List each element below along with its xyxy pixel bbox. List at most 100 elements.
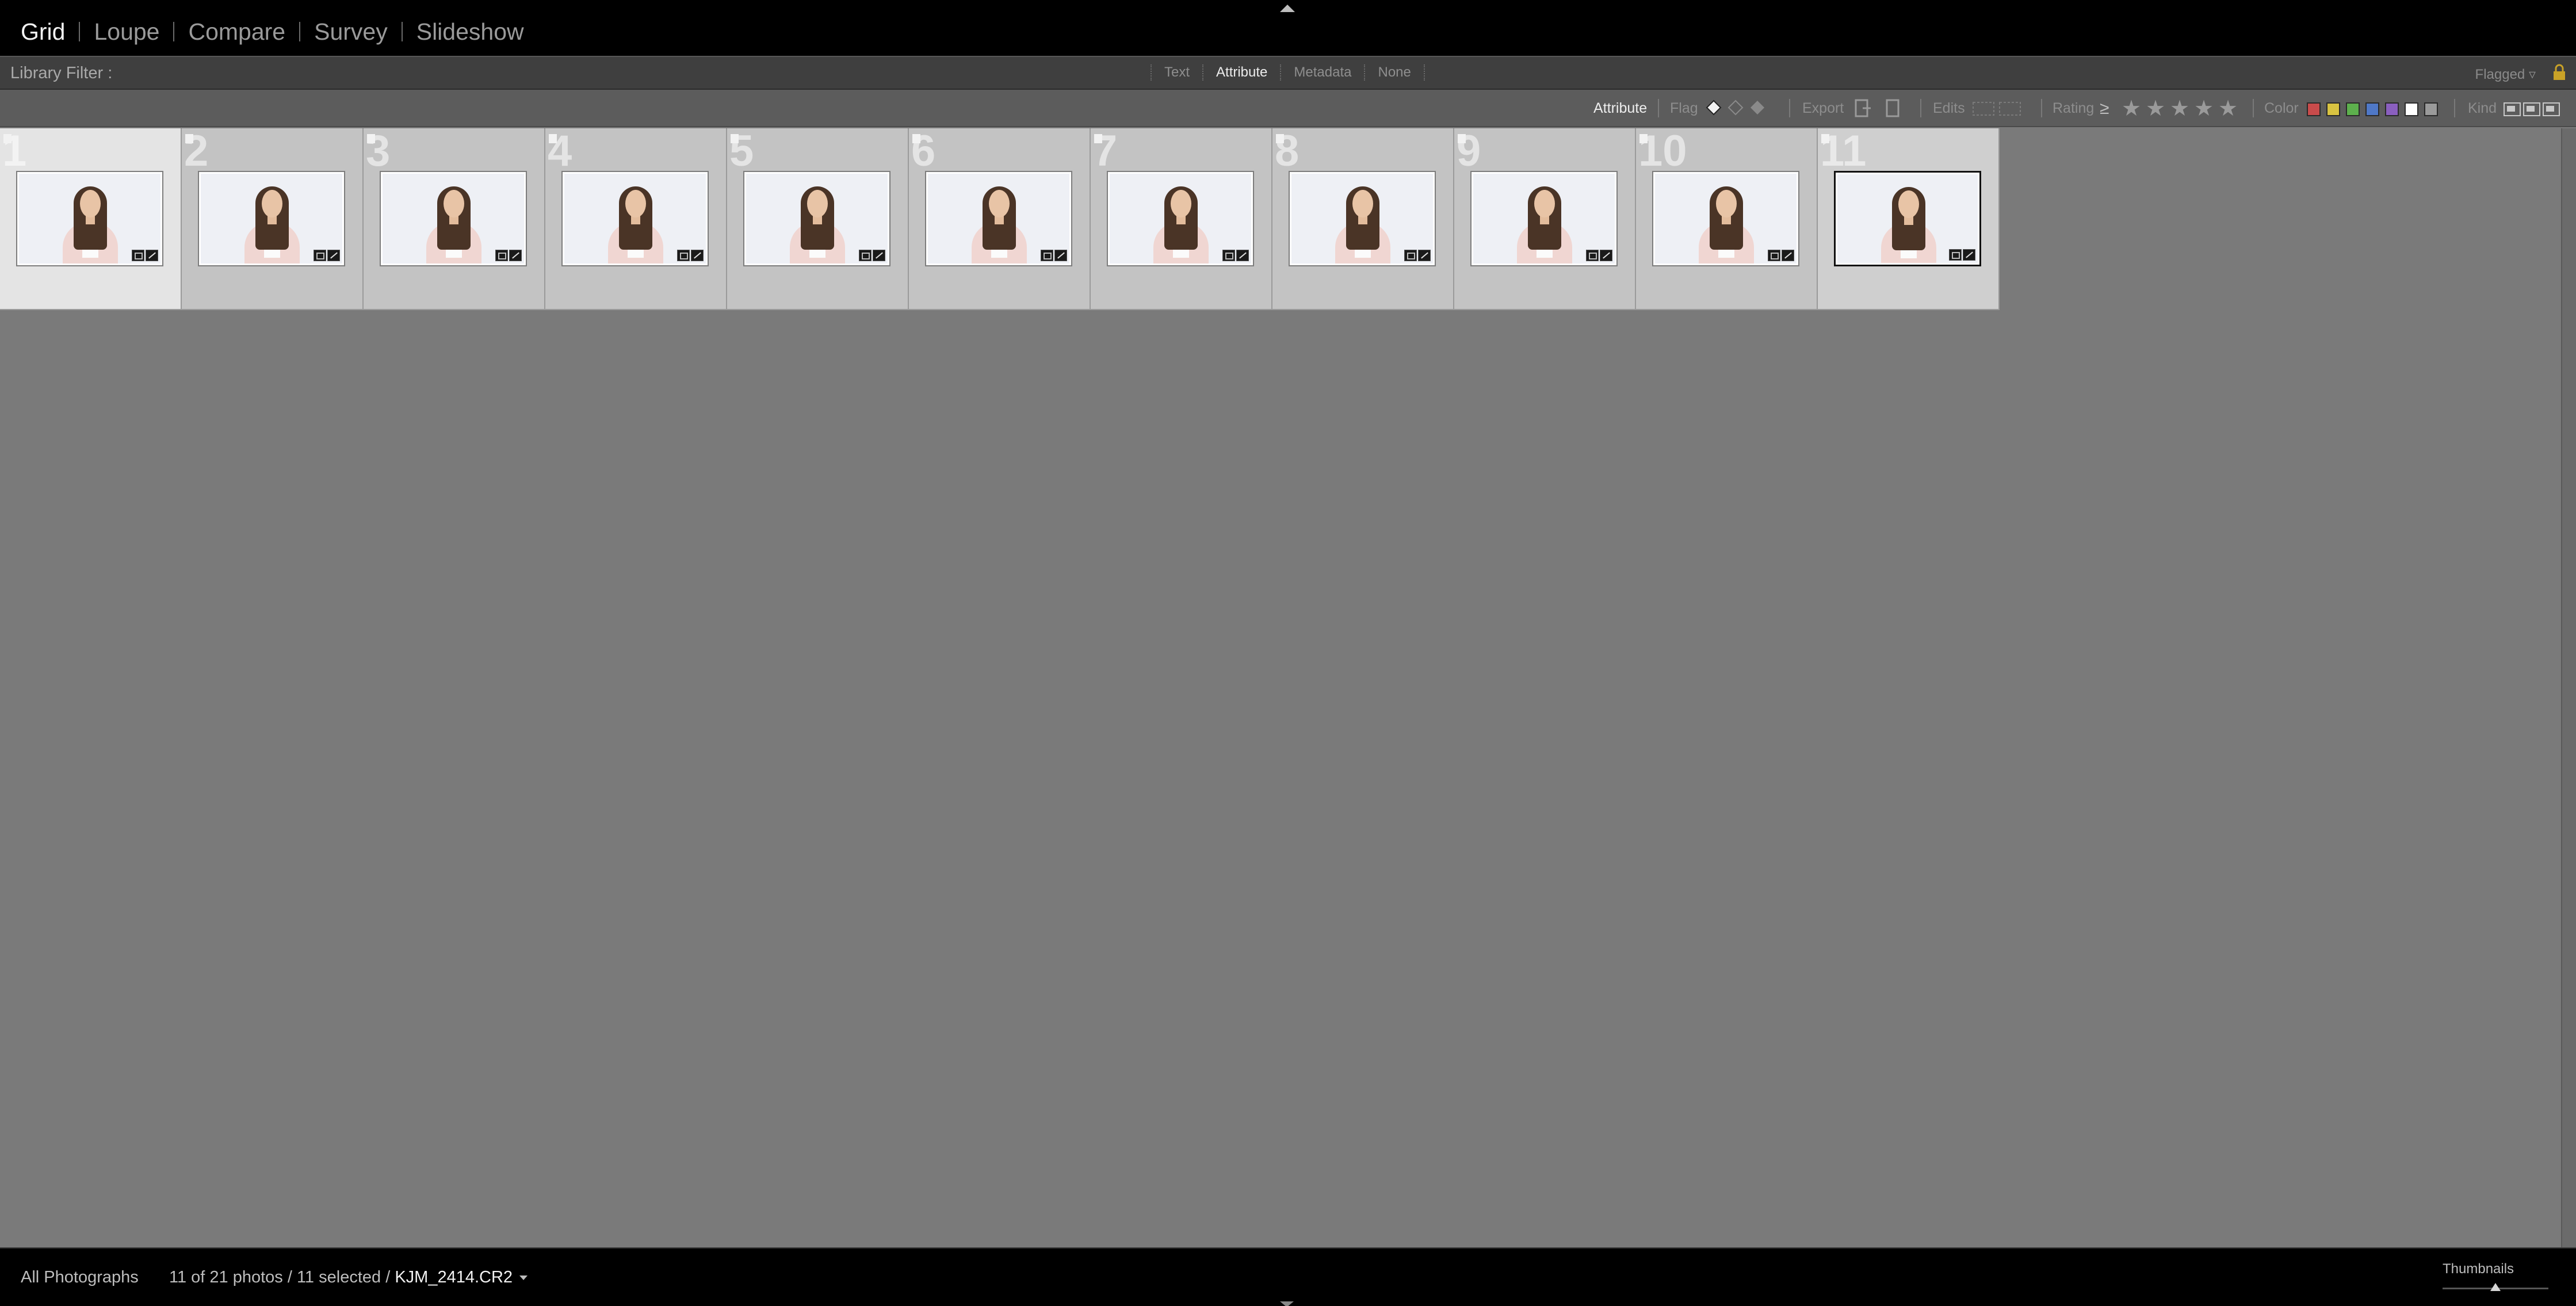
develop-badge-icon[interactable] (327, 250, 340, 261)
crop-badge-icon[interactable] (1222, 250, 1235, 261)
color-swatch-yellow[interactable] (2326, 102, 2340, 116)
grid-cell[interactable]: 8 (1272, 128, 1454, 310)
grid-cell[interactable]: 6 (909, 128, 1091, 310)
flag-unflagged-icon[interactable] (1727, 99, 1744, 116)
crop-badge-icon[interactable] (1586, 250, 1599, 261)
flag-badge-icon[interactable] (1276, 134, 1284, 143)
crop-badge-icon[interactable] (1041, 250, 1053, 261)
flag-badge-icon[interactable] (367, 134, 375, 143)
mode-grid[interactable]: Grid (21, 18, 65, 45)
filter-tab-attribute[interactable]: Attribute (1202, 64, 1280, 81)
mode-loupe[interactable]: Loupe (94, 18, 159, 45)
rating-star-1-icon[interactable]: ★ (2122, 98, 2141, 120)
flag-badge-icon[interactable] (1094, 134, 1102, 143)
photo-thumbnail[interactable] (198, 171, 345, 266)
source-label[interactable]: All Photographs (21, 1268, 139, 1287)
color-swatch-none[interactable] (2424, 102, 2438, 116)
develop-badge-icon[interactable] (1418, 250, 1431, 261)
rating-star-5-icon[interactable]: ★ (2218, 98, 2238, 120)
grid-cell[interactable]: 2 (182, 128, 364, 310)
unedited-icon[interactable] (1998, 101, 2021, 116)
develop-badge-icon[interactable] (146, 250, 158, 261)
mode-slideshow[interactable]: Slideshow (416, 18, 524, 45)
develop-badge-icon[interactable] (1054, 250, 1067, 261)
filename-dropdown-icon[interactable] (519, 1276, 528, 1281)
photo-thumbnail[interactable] (1652, 171, 1799, 266)
divider (2454, 99, 2455, 117)
rating-star-3-icon[interactable]: ★ (2170, 98, 2189, 120)
rating-star-2-icon[interactable]: ★ (2146, 98, 2165, 120)
develop-badge-icon[interactable] (1963, 249, 1975, 261)
color-label: Color (2264, 100, 2299, 116)
photo-thumbnail[interactable] (1289, 171, 1436, 266)
photo-thumbnail[interactable] (1470, 171, 1618, 266)
thumbnail-size-slider-handle[interactable] (2490, 1283, 2501, 1291)
kind-master-icon[interactable] (2504, 102, 2521, 116)
lock-icon[interactable] (2552, 64, 2567, 81)
flag-badge-icon[interactable] (1639, 134, 1648, 143)
photo-thumbnail[interactable] (561, 171, 709, 266)
flag-badge-icon[interactable] (731, 134, 739, 143)
mode-survey[interactable]: Survey (314, 18, 388, 45)
flag-badge-icon[interactable] (185, 134, 193, 143)
filter-tab-none[interactable]: None (1364, 64, 1425, 81)
crop-badge-icon[interactable] (314, 250, 326, 261)
photo-thumbnail[interactable] (1107, 171, 1254, 266)
grid-cell[interactable]: 10 (1636, 128, 1818, 310)
develop-badge-icon[interactable] (1236, 250, 1249, 261)
color-swatch-green[interactable] (2346, 102, 2360, 116)
grid-scrollbar[interactable] (2561, 128, 2576, 1283)
grid-cell[interactable]: 1 (0, 128, 182, 310)
color-swatch-red[interactable] (2307, 102, 2321, 116)
crop-badge-icon[interactable] (1949, 249, 1962, 261)
photo-thumbnail[interactable] (925, 171, 1072, 266)
grid-cell[interactable]: 7 (1091, 128, 1272, 310)
kind-virtual-copy-icon[interactable] (2523, 102, 2540, 116)
photo-thumbnail[interactable] (743, 171, 890, 266)
develop-badge-icon[interactable] (1600, 250, 1612, 261)
crop-badge-icon[interactable] (495, 250, 508, 261)
grid-cell[interactable]: 4 (545, 128, 727, 310)
filter-preset-dropdown[interactable]: Flagged ▿ (2475, 66, 2536, 83)
kind-video-icon[interactable] (2543, 102, 2560, 116)
crop-badge-icon[interactable] (1404, 250, 1417, 261)
flag-badge-icon[interactable] (1821, 134, 1829, 143)
photo-thumbnail[interactable] (380, 171, 527, 266)
grid-cell[interactable]: 5 (727, 128, 909, 310)
export-icon[interactable] (1853, 98, 1872, 119)
not-exported-icon[interactable] (1883, 98, 1902, 119)
flag-badge-icon[interactable] (912, 134, 920, 143)
crop-badge-icon[interactable] (677, 250, 690, 261)
mode-compare[interactable]: Compare (188, 18, 285, 45)
edited-icon[interactable] (1972, 101, 1995, 116)
grid-cell[interactable]: 9 (1454, 128, 1636, 310)
grid-cell[interactable]: 3 (364, 128, 545, 310)
color-swatch-purple[interactable] (2385, 102, 2399, 116)
crop-badge-icon[interactable] (1768, 250, 1780, 261)
rating-star-4-icon[interactable]: ★ (2194, 98, 2214, 120)
color-swatch-custom[interactable] (2405, 102, 2418, 116)
color-swatch-blue[interactable] (2365, 102, 2379, 116)
rating-operator[interactable]: ≥ (2100, 90, 2109, 127)
flag-badge-icon[interactable] (3, 134, 12, 143)
develop-badge-icon[interactable] (691, 250, 704, 261)
bottom-panel-toggle-icon[interactable] (1280, 1301, 1294, 1306)
flag-rejected-icon[interactable] (1749, 99, 1766, 116)
current-filename[interactable]: KJM_2414.CR2 (395, 1268, 513, 1286)
flag-badge-icon[interactable] (549, 134, 557, 143)
filter-tab-text[interactable]: Text (1151, 64, 1202, 81)
develop-badge-icon[interactable] (873, 250, 885, 261)
flag-picked-icon[interactable] (1705, 99, 1722, 116)
flag-badge-icon[interactable] (1458, 134, 1466, 143)
crop-badge-icon[interactable] (859, 250, 872, 261)
crop-badge-icon[interactable] (132, 250, 144, 261)
filter-preset-label: Flagged (2475, 67, 2525, 82)
filter-tab-metadata[interactable]: Metadata (1280, 64, 1364, 81)
develop-badge-icon[interactable] (509, 250, 522, 261)
photo-thumbnail[interactable] (16, 171, 163, 266)
grid-cell[interactable]: 11 (1818, 128, 2000, 310)
portrait-image (19, 174, 160, 264)
photo-thumbnail[interactable] (1834, 171, 1981, 266)
top-panel-toggle-icon[interactable] (1280, 5, 1295, 12)
develop-badge-icon[interactable] (1782, 250, 1794, 261)
